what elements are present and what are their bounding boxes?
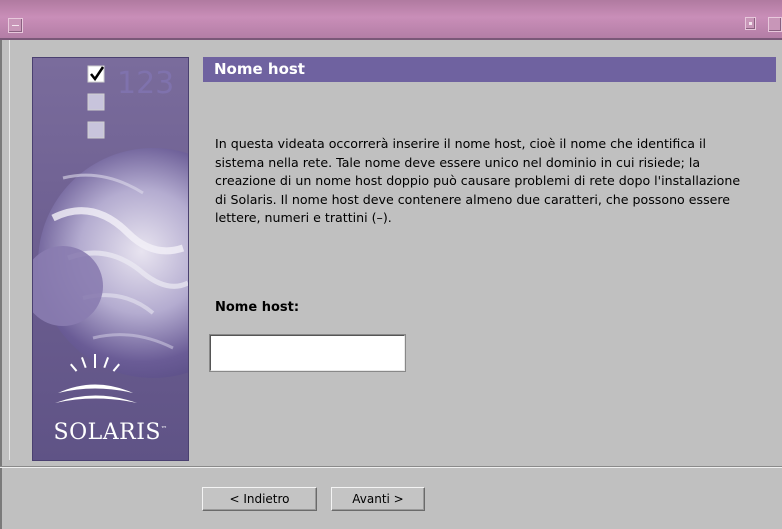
side-image-graphic (33, 65, 188, 403)
page-title: Nome host (203, 57, 776, 82)
back-button[interactable]: < Indietro (202, 487, 317, 511)
checkbox-icon (87, 121, 105, 139)
maximize-icon[interactable] (768, 17, 782, 32)
trademark-mark: ™ (160, 425, 168, 433)
description-text: In questa videata occorrerà inserire il … (215, 136, 741, 225)
checkbox-icon (87, 93, 105, 111)
logo-number: 123 (117, 66, 175, 101)
hostname-input[interactable] (209, 334, 406, 372)
window-border (0, 40, 2, 529)
solaris-logo-label: SOLARIS (53, 420, 161, 445)
next-button[interactable]: Avanti > (331, 487, 425, 511)
divider (0, 466, 782, 468)
window-menu-icon[interactable] (8, 18, 23, 33)
window-titlebar[interactable] (0, 0, 782, 40)
window-inner-border (9, 40, 10, 460)
hostname-label: Nome host: (215, 300, 300, 315)
solaris-logo-text: SOLARIS™ (33, 420, 188, 445)
solaris-side-image: 123 SOLARIS™ (32, 57, 189, 461)
minimize-icon[interactable] (745, 17, 756, 30)
